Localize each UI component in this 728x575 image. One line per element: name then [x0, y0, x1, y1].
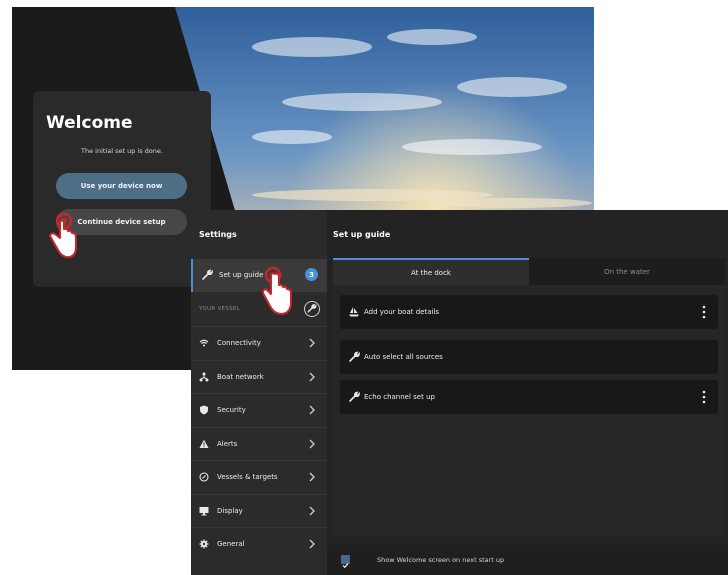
boat-icon	[349, 307, 359, 317]
network-icon	[199, 372, 209, 382]
welcome-subtitle: The initial set up is done.	[81, 147, 163, 155]
task-label: Echo channel set up	[364, 393, 435, 401]
sidebar-item-label: Set up guide	[219, 271, 264, 279]
task-echo-channel-setup[interactable]: Echo channel set up	[340, 380, 718, 414]
show-welcome-checkbox[interactable]	[341, 555, 350, 569]
display-icon	[199, 507, 209, 516]
task-add-boat-details[interactable]: Add your boat details	[340, 295, 718, 329]
wrench-icon	[349, 391, 360, 402]
sidebar-item-label: Alerts	[217, 440, 238, 448]
shield-icon	[200, 405, 208, 415]
chevron-right-icon	[309, 439, 315, 449]
sidebar-item-boat-network[interactable]: Boat network	[191, 360, 327, 393]
gear-icon	[199, 539, 209, 549]
sidebar-item-label: Vessels & targets	[217, 473, 278, 481]
task-list: Add your boat details Auto select all so…	[333, 285, 725, 537]
task-count-badge: 3	[305, 268, 318, 281]
task-auto-select-sources[interactable]: Auto select all sources	[340, 340, 718, 374]
chevron-right-icon	[309, 506, 315, 516]
tap-hand-icon	[262, 266, 292, 315]
chevron-right-icon	[309, 338, 315, 348]
wifi-icon	[199, 339, 209, 347]
tab-on-the-water[interactable]: On the water	[529, 258, 725, 285]
sidebar-item-label: General	[217, 540, 245, 548]
section-label-your-vessel: YOUR VESSEL	[199, 306, 241, 312]
more-options-icon[interactable]	[701, 390, 707, 404]
use-device-now-button[interactable]: Use your device now	[56, 173, 187, 199]
chevron-right-icon	[309, 472, 315, 482]
sidebar-item-label: Display	[217, 507, 243, 515]
chevron-right-icon	[309, 405, 315, 415]
task-label: Auto select all sources	[364, 353, 443, 361]
target-icon	[199, 472, 209, 482]
sidebar-item-display[interactable]: Display	[191, 494, 327, 527]
settings-sidebar: Settings Set up guide 3 YOUR VESSEL Conn…	[191, 210, 327, 575]
chevron-right-icon	[309, 539, 315, 549]
sidebar-item-security[interactable]: Security	[191, 393, 327, 426]
alert-triangle-icon	[199, 439, 209, 448]
settings-footer: Show Welcome screen on next start up	[327, 545, 728, 575]
tab-at-the-dock[interactable]: At the dock	[333, 258, 529, 285]
sidebar-item-alerts[interactable]: Alerts	[191, 427, 327, 460]
show-welcome-label: Show Welcome screen on next start up	[377, 556, 505, 564]
more-options-icon[interactable]	[701, 305, 707, 319]
sidebar-item-set-up-guide[interactable]: Set up guide 3	[191, 259, 327, 292]
sidebar-item-general[interactable]: General	[191, 527, 327, 560]
checkmark-icon	[342, 563, 349, 569]
vessel-setup-button[interactable]	[304, 301, 320, 317]
chevron-right-icon	[309, 372, 315, 382]
welcome-title: Welcome	[46, 113, 133, 133]
tap-hand-icon	[49, 212, 77, 259]
settings-panel: Settings Set up guide 3 YOUR VESSEL Conn…	[191, 210, 728, 575]
wrench-icon	[307, 303, 317, 313]
sidebar-item-vessels-targets[interactable]: Vessels & targets	[191, 460, 327, 493]
sidebar-item-label: Connectivity	[217, 339, 261, 347]
guide-tabs: At the dock On the water	[333, 258, 725, 285]
sidebar-item-connectivity[interactable]: Connectivity	[191, 326, 327, 359]
sidebar-title: Settings	[199, 230, 237, 239]
wrench-icon	[202, 269, 213, 280]
wrench-icon	[349, 351, 360, 362]
sidebar-item-label: Security	[217, 406, 246, 414]
task-label: Add your boat details	[364, 308, 440, 316]
content-title: Set up guide	[333, 230, 391, 239]
sidebar-item-label: Boat network	[217, 373, 264, 381]
